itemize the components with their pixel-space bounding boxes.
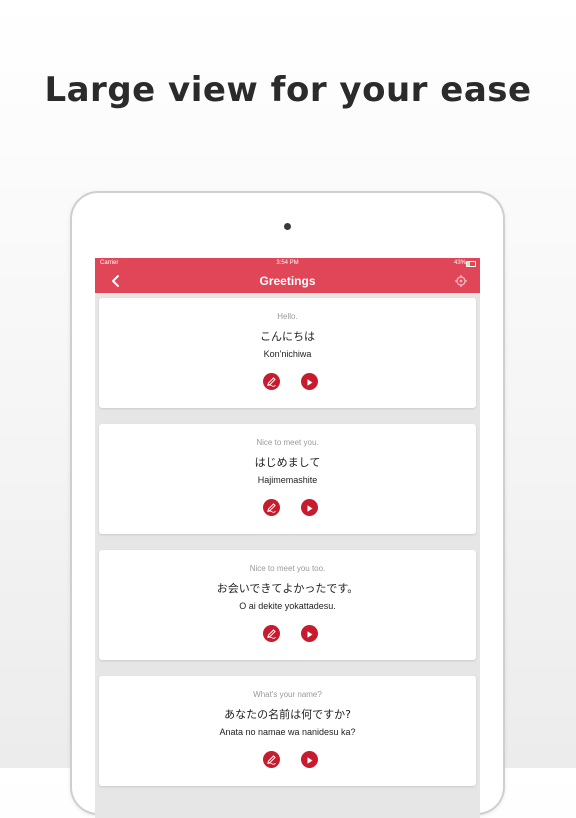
romaji-phrase: Kon'nichiwa xyxy=(263,349,312,359)
play-button[interactable] xyxy=(301,499,318,516)
status-bar: Carrier 3:54 PM 43% xyxy=(95,258,480,269)
write-button[interactable] xyxy=(263,499,280,516)
japanese-phrase: こんにちは xyxy=(260,330,315,343)
battery-icon xyxy=(466,261,476,267)
nav-bar: Greetings xyxy=(95,269,480,293)
english-phrase: What's your name? xyxy=(253,690,322,699)
play-button[interactable] xyxy=(301,751,318,768)
english-phrase: Nice to meet you. xyxy=(256,438,319,447)
japanese-phrase: あなたの名前は何ですか? xyxy=(224,708,351,721)
english-phrase: Nice to meet you too. xyxy=(249,564,326,573)
play-icon xyxy=(305,372,314,391)
phrase-card: What's your name? あなたの名前は何ですか? Anata no … xyxy=(99,676,476,786)
phrase-card: Nice to meet you too. お会いできてよかったです。 O ai… xyxy=(99,550,476,660)
tablet-frame: Carrier 3:54 PM 43% Greetings Hello. こんに… xyxy=(72,193,503,818)
pencil-icon xyxy=(266,498,277,517)
romaji-phrase: Hajimemashite xyxy=(257,475,318,485)
headline: Large view for your ease xyxy=(44,70,532,110)
status-time: 3:54 PM xyxy=(276,260,299,266)
phrase-card: Nice to meet you. はじめまして Hajimemashite xyxy=(99,424,476,534)
japanese-phrase: お会いできてよかったです。 xyxy=(216,582,359,595)
play-icon xyxy=(305,624,314,643)
play-button[interactable] xyxy=(301,373,318,390)
write-button[interactable] xyxy=(263,751,280,768)
page-title: Greetings xyxy=(259,274,316,288)
japanese-phrase: はじめまして xyxy=(254,456,321,469)
pencil-icon xyxy=(266,372,277,391)
gear-icon[interactable] xyxy=(454,273,468,287)
english-phrase: Hello. xyxy=(277,312,298,321)
pencil-icon xyxy=(266,624,277,643)
play-icon xyxy=(305,498,314,517)
write-button[interactable] xyxy=(263,373,280,390)
romaji-phrase: Anata no namae wa nanidesu ka? xyxy=(219,727,356,737)
romaji-phrase: O ai dekite yokattadesu. xyxy=(239,601,336,611)
pencil-icon xyxy=(266,750,277,769)
camera-dot xyxy=(284,223,291,230)
battery-percent: 43% xyxy=(453,260,466,266)
play-icon xyxy=(305,750,314,769)
write-button[interactable] xyxy=(263,625,280,642)
phrase-card: Hello. こんにちは Kon'nichiwa xyxy=(99,298,476,408)
play-button[interactable] xyxy=(301,625,318,642)
app-screen: Carrier 3:54 PM 43% Greetings Hello. こんに… xyxy=(95,258,480,818)
